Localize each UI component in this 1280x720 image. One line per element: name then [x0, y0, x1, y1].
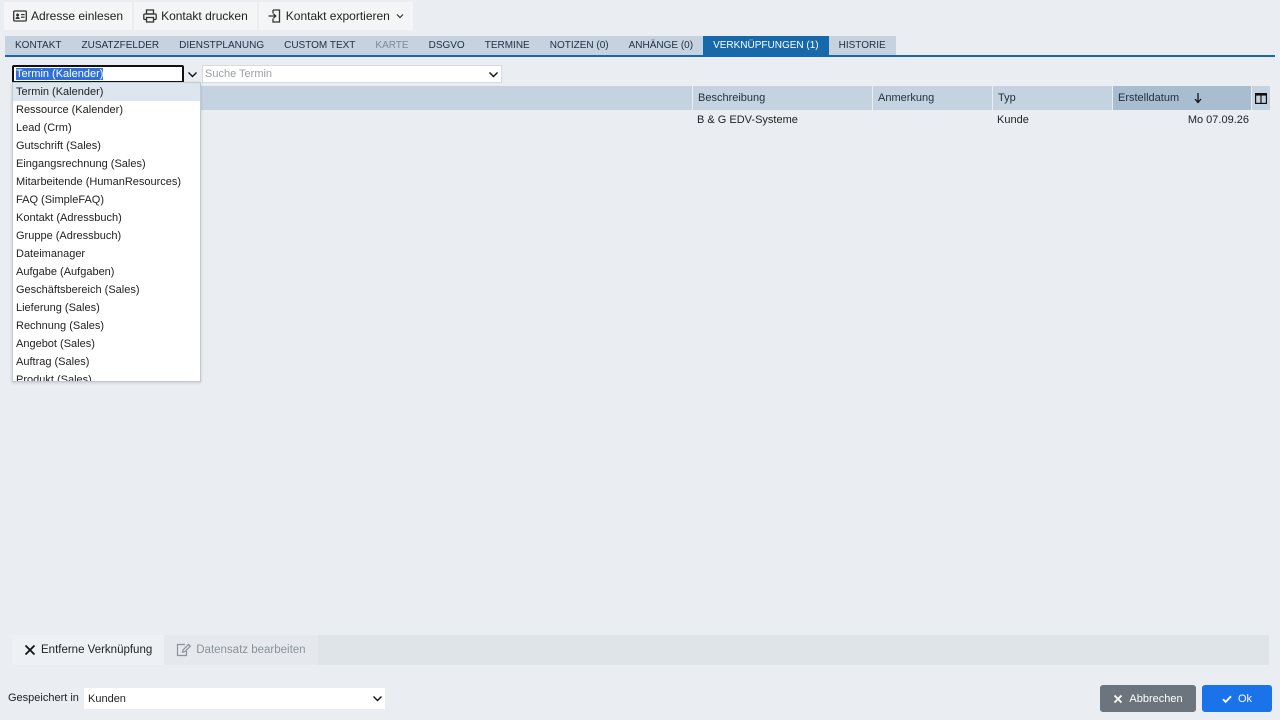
cell-description: B & G EDV-Systeme [697, 114, 798, 126]
print-contact-button[interactable]: Kontakt drucken [134, 2, 257, 30]
chevron-down-icon [396, 12, 404, 20]
export-contact-button[interactable]: Kontakt exportieren [258, 2, 413, 30]
dropdown-item[interactable]: Geschäftsbereich (Sales) [13, 281, 200, 299]
container-select[interactable]: Kunden [84, 688, 385, 709]
tab-termine[interactable]: Termine [474, 36, 540, 55]
print-contact-label: Kontakt drucken [161, 9, 248, 23]
container-value: Kunden [88, 692, 126, 705]
tab-dsgvo[interactable]: DSGVO [418, 36, 475, 55]
printer-icon [143, 9, 157, 23]
dropdown-item[interactable]: Ressource (Kalender) [13, 101, 200, 119]
chevron-down-icon [369, 691, 385, 707]
chevron-down-icon[interactable] [184, 65, 200, 83]
record-type-value: Termin (Kalender) [16, 68, 104, 80]
dropdown-item[interactable]: Auftrag (Sales) [13, 353, 200, 371]
record-type-combo[interactable]: Termin (Kalender) [12, 65, 200, 83]
cancel-button[interactable]: Abbrechen [1100, 685, 1196, 712]
tab-zusatzfelder[interactable]: Zusatzfelder [71, 36, 170, 55]
tab-anhaenge[interactable]: Anhänge (0) [618, 36, 704, 55]
record-type-input[interactable]: Termin (Kalender) [12, 65, 184, 83]
column-header-type[interactable]: Typ [993, 86, 1113, 110]
dropdown-item[interactable]: Dateimanager [13, 245, 200, 263]
saved-in-label: Gespeichert in [8, 692, 79, 704]
dropdown-item[interactable]: Angebot (Sales) [13, 335, 200, 353]
remove-relation-button[interactable]: Entferne Verknüpfung [12, 635, 165, 665]
toolbar: Adresse einlesen Kontakt drucken Kontakt… [4, 2, 413, 30]
dropdown-item[interactable]: Lieferung (Sales) [13, 299, 200, 317]
columns-icon [1255, 92, 1267, 104]
close-icon [1113, 694, 1123, 704]
close-icon [24, 644, 36, 656]
tab-verknuepfungen[interactable]: Verknüpfungen (1) [703, 36, 829, 55]
import-address-label: Adresse einlesen [31, 9, 124, 23]
cancel-label: Abbrechen [1129, 692, 1183, 705]
cell-created: Mo 07.09.26 [1187, 114, 1249, 126]
dropdown-item[interactable]: Produkt (Sales) [13, 371, 200, 381]
tab-kontakt[interactable]: Kontakt [5, 36, 72, 55]
cell-type: Kunde [997, 114, 1029, 126]
dropdown-item[interactable]: Aufgabe (Aufgaben) [13, 263, 200, 281]
dropdown-item[interactable]: Gutschrift (Sales) [13, 137, 200, 155]
edit-icon [176, 643, 192, 657]
import-address-button[interactable]: Adresse einlesen [4, 2, 133, 30]
ok-button[interactable]: Ok [1202, 685, 1272, 712]
column-header-description[interactable]: Beschreibung [693, 86, 873, 110]
column-header-created[interactable]: Erstelldatum [1113, 86, 1252, 110]
edit-record-button: Datensatz bearbeiten [164, 635, 318, 665]
dropdown-item[interactable]: Mitarbeitende (HumanResources) [13, 173, 200, 191]
dropdown-item[interactable]: Rechnung (Sales) [13, 317, 200, 335]
check-icon [1222, 694, 1232, 704]
export-icon [268, 9, 282, 23]
chevron-down-icon[interactable] [485, 66, 501, 82]
tab-karte: Karte [365, 36, 419, 55]
tab-bar: Kontakt Zusatzfelder Dienstplanung Custo… [5, 36, 896, 55]
dropdown-item[interactable]: Termin (Kalender) [13, 83, 200, 101]
tab-custom-text[interactable]: Custom Text [274, 36, 366, 55]
edit-record-label: Datensatz bearbeiten [196, 644, 306, 656]
dropdown-item[interactable]: Gruppe (Adressbuch) [13, 227, 200, 245]
tab-underline [5, 55, 1275, 57]
export-contact-label: Kontakt exportieren [285, 9, 390, 23]
column-header-note[interactable]: Anmerkung [873, 86, 993, 110]
record-type-dropdown: Termin (Kalender) Ressource (Kalender) L… [12, 82, 201, 382]
dropdown-item[interactable]: FAQ (SimpleFAQ) [13, 191, 200, 209]
remove-relation-label: Entferne Verknüpfung [41, 644, 153, 656]
dropdown-item[interactable]: Lead (Crm) [13, 119, 200, 137]
tab-historie[interactable]: Historie [828, 36, 896, 55]
column-chooser-button[interactable] [1252, 86, 1270, 110]
dropdown-item[interactable]: Kontakt (Adressbuch) [13, 209, 200, 227]
arrow-down-icon [1193, 92, 1203, 104]
column-header-created-label: Erstelldatum [1118, 92, 1180, 104]
dropdown-item[interactable]: Eingangsrechnung (Sales) [13, 155, 200, 173]
search-combo[interactable] [202, 65, 502, 83]
relation-action-bar: Entferne Verknüpfung Datensatz bearbeite… [12, 635, 1269, 665]
ok-label: Ok [1237, 692, 1253, 705]
tab-dienstplanung[interactable]: Dienstplanung [169, 36, 275, 55]
tab-notizen[interactable]: Notizen (0) [539, 36, 619, 55]
search-input[interactable] [203, 66, 485, 82]
address-card-icon [13, 9, 27, 23]
